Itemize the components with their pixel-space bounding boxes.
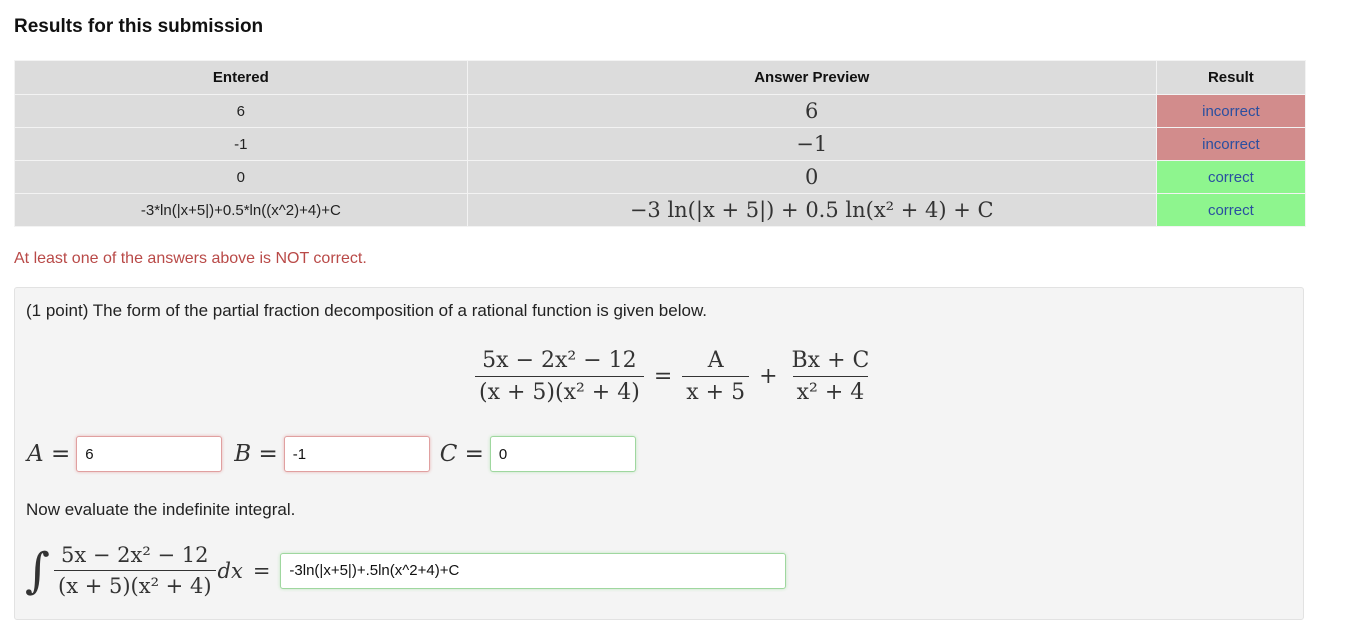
results-table: Entered Answer Preview Result 6 6 incorr… [14, 60, 1307, 227]
table-row: 0 0 correct [14, 160, 1307, 194]
results-header-row: Entered Answer Preview Result [14, 60, 1307, 95]
integral-instruction: Now evaluate the indefinite integral. [26, 500, 296, 519]
dx-label: dx [217, 558, 243, 583]
label-b: B = [234, 441, 278, 467]
result-cell: incorrect [1155, 127, 1307, 161]
integral-row: ∫ 5x − 2x² − 12 (x + 5)(x² + 4) dx = -3l… [25, 542, 787, 599]
plus-sign: + [759, 364, 778, 389]
problem-intro: (1 point) The form of the partial fracti… [26, 301, 708, 320]
lhs-fraction: 5x − 2x² − 12 (x + 5)(x² + 4) [475, 348, 644, 405]
integrand-denominator: (x + 5)(x² + 4) [54, 570, 216, 598]
coefficient-inputs-row: A = 6 B = -1 C = 0 [27, 435, 636, 473]
problem-panel: (1 point) The form of the partial fracti… [14, 287, 1304, 620]
label-c: C = [439, 441, 484, 467]
header-entered: Entered [14, 60, 468, 95]
result-cell: incorrect [1155, 94, 1307, 128]
table-row: 6 6 incorrect [14, 94, 1307, 128]
term2-fraction: Bx + C x² + 4 [788, 348, 874, 405]
answer-a-input[interactable]: 6 [76, 436, 223, 472]
entered-cell: -1 [14, 127, 468, 161]
not-correct-warning: At least one of the answers above is NOT… [14, 250, 367, 267]
preview-cell: −1 [466, 127, 1157, 161]
result-cell: correct [1155, 160, 1307, 194]
integral-sign: ∫ [25, 542, 51, 599]
table-row: -3*ln(|x+5|)+0.5*ln((x^2)+4)+C −3 ln(|x … [14, 193, 1307, 227]
entered-cell: -3*ln(|x+5|)+0.5*ln((x^2)+4)+C [14, 193, 468, 227]
lhs-denominator: (x + 5)(x² + 4) [475, 376, 644, 405]
entered-cell: 0 [14, 160, 468, 194]
table-row: -1 −1 incorrect [14, 127, 1307, 161]
results-heading: Results for this submission [14, 16, 264, 37]
lhs-numerator: 5x − 2x² − 12 [482, 348, 637, 373]
label-a: A = [27, 441, 71, 467]
entered-cell: 6 [14, 94, 468, 128]
result-cell: correct [1155, 193, 1307, 227]
integrand-fraction: 5x − 2x² − 12 (x + 5)(x² + 4) [54, 543, 216, 598]
answer-b-input[interactable]: -1 [283, 436, 430, 472]
term1-numerator: A [707, 348, 724, 373]
preview-cell: 6 [466, 94, 1157, 128]
header-result: Result [1155, 60, 1307, 95]
preview-cell: 0 [466, 160, 1157, 194]
integral-answer-input[interactable]: -3ln(|x+5|)+.5ln(x^2+4)+C [280, 552, 787, 589]
header-answer-preview: Answer Preview [466, 60, 1157, 95]
term1-denominator: x + 5 [682, 376, 750, 405]
answer-c-input[interactable]: 0 [489, 436, 636, 472]
term2-numerator: Bx + C [791, 348, 870, 373]
term2-denominator: x² + 4 [792, 376, 869, 405]
integrand-numerator: 5x − 2x² − 12 [61, 543, 209, 567]
equals-sign: = [653, 364, 673, 389]
preview-cell: −3 ln(|x + 5|) + 0.5 ln(x² + 4) + C [466, 193, 1157, 227]
term1-fraction: A x + 5 [682, 348, 750, 405]
integral-equals: = [252, 558, 271, 583]
decomposition-equation: 5x − 2x² − 12 (x + 5)(x² + 4) = A x + 5 … [475, 348, 873, 405]
